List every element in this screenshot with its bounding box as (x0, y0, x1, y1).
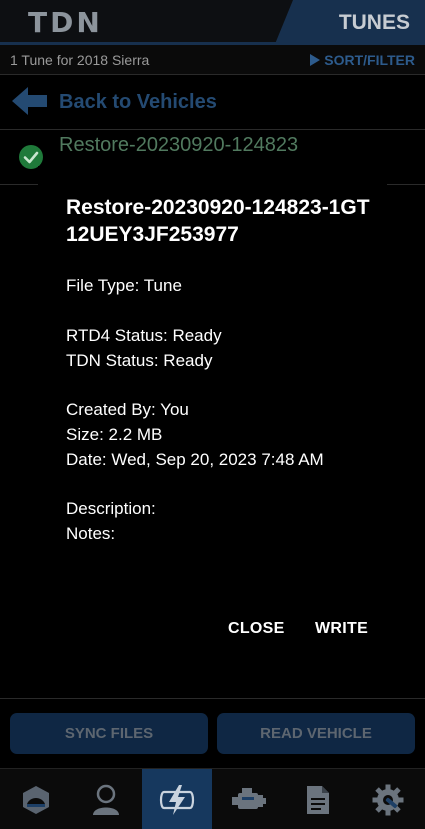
write-button[interactable]: WRITE (315, 620, 368, 638)
back-arrow-icon (12, 87, 47, 115)
tune-count-text: 1 Tune for 2018 Sierra (10, 52, 150, 68)
sync-files-button[interactable]: SYNC FILES (10, 713, 208, 754)
size-text: Size: 2.2 MB (66, 425, 163, 444)
sort-filter-button[interactable]: SORT/FILTER (310, 52, 415, 68)
file-type-text: File Type: Tune (66, 276, 182, 295)
tune-file-name: Restore-20230920-124823 (59, 134, 299, 156)
back-to-vehicles-row[interactable]: Back to Vehicles (0, 76, 425, 130)
play-triangle-icon (310, 54, 321, 66)
nav-vehicles[interactable] (1, 769, 71, 829)
tab-tunes-label: TUNES (338, 11, 410, 34)
tune-bolt-icon (159, 784, 195, 815)
created-by-text: Created By: You (66, 400, 189, 419)
back-to-vehicles-label: Back to Vehicles (59, 91, 217, 113)
nav-engine[interactable] (213, 769, 283, 829)
date-text: Date: Wed, Sep 20, 2023 7:48 AM (66, 450, 324, 469)
nav-documents[interactable] (283, 769, 353, 829)
notes-text: Notes: (66, 524, 116, 543)
tune-details-dialog: Restore-20230920-124823-1GT12UEY3JF25397… (38, 166, 387, 679)
engine-icon (232, 787, 266, 809)
dialog-title: Restore-20230920-124823-1GT12UEY3JF25397… (66, 196, 370, 246)
results-bar: 1 Tune for 2018 Sierra SORT/FILTER (0, 45, 425, 75)
settings-icon (372, 784, 404, 815)
bottom-nav (0, 768, 425, 829)
app-header: TDN TUNES (0, 0, 425, 44)
close-button[interactable]: CLOSE (228, 620, 285, 638)
nav-tunes[interactable] (142, 769, 212, 829)
read-vehicle-button[interactable]: READ VEHICLE (217, 713, 415, 754)
tdn-status-text: TDN Status: Ready (66, 351, 213, 370)
description-text: Description: (66, 499, 156, 518)
nav-settings[interactable] (353, 769, 423, 829)
rtd4-status-text: RTD4 Status: Ready (66, 326, 222, 345)
tab-tunes[interactable]: TUNES (275, 0, 425, 44)
nav-profile[interactable] (71, 769, 141, 829)
user-icon (93, 784, 119, 815)
sort-filter-label: SORT/FILTER (324, 52, 415, 68)
document-icon (307, 785, 329, 814)
bottom-divider (0, 698, 425, 699)
vehicle-icon (23, 785, 49, 814)
app-logo: TDN (28, 6, 103, 39)
